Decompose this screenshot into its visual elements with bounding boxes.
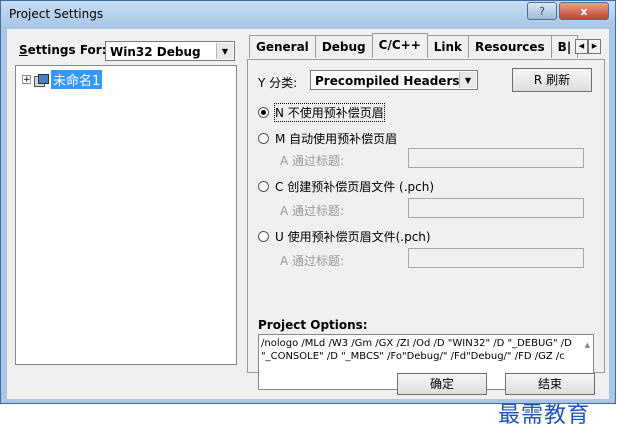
close-button[interactable]: x [559, 2, 609, 20]
scroll-up-icon[interactable]: ▲ [585, 339, 590, 352]
end-button[interactable]: 结束 [505, 373, 595, 395]
ok-button[interactable]: 确定 [397, 373, 487, 395]
chevron-down-icon[interactable]: ▼ [216, 43, 233, 59]
tab-link[interactable]: Link [426, 35, 470, 58]
tab-debug[interactable]: Debug [314, 35, 373, 58]
settings-for-label: Settings For: [19, 43, 107, 57]
tab-general[interactable]: General [249, 35, 316, 58]
through-header-input-use [408, 248, 584, 268]
window-title: Project Settings [9, 7, 104, 21]
radio-create-pch[interactable]: C 创建预补偿页眉文件 (.pch) [258, 178, 434, 195]
watermark-logo: 最需教育 [498, 403, 591, 428]
scroll-left-icon[interactable]: ◀ [575, 39, 588, 54]
category-combo[interactable]: Precompiled Headers ▼ [310, 70, 478, 90]
project-options-label: Project Options: [258, 318, 368, 332]
title-bar[interactable]: Project Settings ? x [1, 1, 615, 27]
project-icon [34, 73, 49, 87]
project-tree[interactable]: + 未命名1 [15, 65, 237, 365]
radio-dot [258, 231, 269, 242]
settings-label-rest: ettings For: [27, 43, 107, 57]
category-label: Y 分类: [258, 76, 298, 90]
radio-dot-selected [258, 107, 269, 118]
radio-no-precompiled[interactable]: N 不使用预补偿页眉 [258, 103, 385, 122]
help-button[interactable]: ? [527, 2, 557, 20]
radio-label: U 使用预补偿页眉文件(.pch) [275, 230, 431, 244]
settings-hotkey: S [19, 43, 28, 57]
scroll-right-icon[interactable]: ▶ [588, 39, 601, 54]
tab-scroll-buttons: ◀ ▶ [575, 39, 601, 54]
through-header-input-auto [408, 148, 584, 168]
dialog-client: Settings For: Win32 Debug ▼ + 未命名1 Gener… [7, 29, 609, 399]
expand-icon[interactable]: + [22, 75, 31, 85]
chevron-down-icon[interactable]: ▼ [459, 72, 476, 88]
radio-label: M 自动使用预补偿页眉 [275, 132, 398, 146]
radio-use-pch[interactable]: U 使用预补偿页眉文件(.pch) [258, 228, 431, 245]
through-header-label: A 通过标题: [280, 204, 345, 218]
c-cpp-tab-page: Y 分类: Precompiled Headers ▼ R 刷新 N 不使用预补… [247, 59, 605, 390]
tab-c-cpp[interactable]: C/C++ [371, 33, 428, 58]
tree-item-label: 未命名1 [51, 70, 103, 89]
tab-resources[interactable]: Resources [468, 35, 552, 58]
through-header-label: A 通过标题: [280, 154, 345, 168]
tree-item-project[interactable]: + 未命名1 [22, 70, 103, 89]
through-header-label: A 通过标题: [280, 254, 345, 268]
project-settings-window: Project Settings ? x Settings For: Win32… [0, 0, 616, 404]
settings-for-combo[interactable]: Win32 Debug ▼ [105, 41, 235, 61]
settings-panel: Settings For: Win32 Debug ▼ + 未命名1 [11, 35, 241, 371]
project-options-text: /nologo /MLd /W3 /Gm /GX /ZI /Od /D "WIN… [261, 338, 572, 362]
refresh-button[interactable]: R 刷新 [512, 68, 592, 92]
tab-strip: General Debug C/C++ Link Resources B| [249, 33, 579, 59]
radio-label: N 不使用预补偿页眉 [274, 103, 385, 122]
category-value: Precompiled Headers [315, 74, 460, 88]
radio-label: C 创建预补偿页眉文件 (.pch) [275, 180, 435, 194]
radio-dot [258, 133, 269, 144]
through-header-input-create [408, 198, 584, 218]
radio-auto-precompiled[interactable]: M 自动使用预补偿页眉 [258, 130, 397, 147]
settings-for-value: Win32 Debug [110, 45, 201, 59]
radio-dot [258, 181, 269, 192]
